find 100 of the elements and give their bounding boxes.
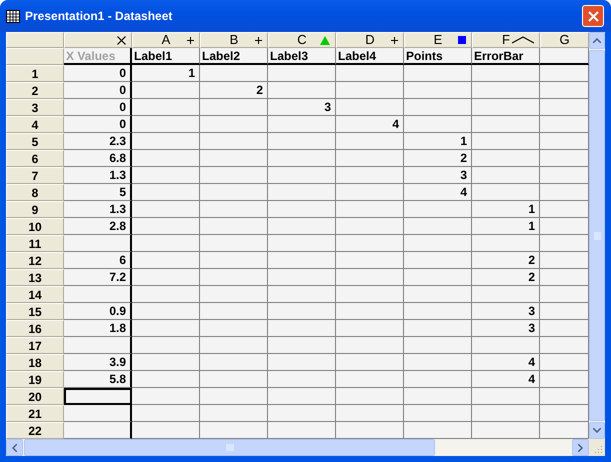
table-cell [268, 133, 336, 150]
row-header[interactable]: 7 [6, 167, 64, 184]
table-cell: 3 [472, 320, 540, 337]
row-header[interactable]: 15 [6, 303, 64, 320]
table-cell [132, 167, 200, 184]
column-header[interactable] [64, 32, 132, 48]
table-cell [132, 388, 200, 405]
close-button[interactable] [582, 5, 604, 27]
table-cell [472, 133, 540, 150]
row-header[interactable]: 13 [6, 269, 64, 286]
table-cell [472, 99, 540, 116]
table-cell: 2 [472, 252, 540, 269]
table-cell [268, 82, 336, 99]
column-header[interactable]: B [200, 32, 268, 48]
scroll-right-button[interactable] [572, 439, 589, 456]
chevron-right-icon [578, 444, 583, 452]
row-header[interactable]: 4 [6, 116, 64, 133]
row-header[interactable]: 20 [6, 388, 64, 405]
table-cell [200, 184, 268, 201]
row-header[interactable]: 14 [6, 286, 64, 303]
row-header[interactable]: 11 [6, 235, 64, 252]
row-header[interactable]: 5 [6, 133, 64, 150]
table-cell [336, 354, 404, 371]
scroll-down-button[interactable] [589, 422, 605, 439]
table-cell [268, 405, 336, 422]
column-header[interactable]: E [404, 32, 472, 48]
column-header[interactable]: G [540, 32, 589, 48]
table-cell: 7.2 [64, 269, 132, 286]
horizontal-scrollbar[interactable] [6, 439, 589, 456]
column-header[interactable]: F [472, 32, 540, 48]
table-cell [132, 235, 200, 252]
table-cell [472, 388, 540, 405]
curve-icon [512, 36, 534, 44]
column-header[interactable]: D [336, 32, 404, 48]
table-cell: 2 [404, 150, 472, 167]
table-cell [336, 405, 404, 422]
plus-icon [391, 36, 398, 44]
table-cell [200, 269, 268, 286]
row-header[interactable]: 3 [6, 99, 64, 116]
row-header[interactable]: 22 [6, 422, 64, 439]
table-cell: 3 [472, 303, 540, 320]
table-cell [404, 269, 472, 286]
table-cell: 2 [200, 82, 268, 99]
resize-grip-icon[interactable] [593, 444, 603, 454]
row-header[interactable]: 1 [6, 65, 64, 82]
table-cell [336, 269, 404, 286]
table-cell [200, 286, 268, 303]
table-cell [132, 269, 200, 286]
table-cell [132, 320, 200, 337]
table-cell [200, 116, 268, 133]
table-cell [404, 303, 472, 320]
table-cell [268, 371, 336, 388]
row-header[interactable]: 18 [6, 354, 64, 371]
table-cell [404, 252, 472, 269]
table-cell [336, 167, 404, 184]
table-cell: 0 [64, 65, 132, 82]
row-header[interactable]: 16 [6, 320, 64, 337]
table-cell [268, 388, 336, 405]
row-header[interactable]: 2 [6, 82, 64, 99]
table-cell [268, 269, 336, 286]
table-cell: 1 [472, 201, 540, 218]
row-header[interactable]: 6 [6, 150, 64, 167]
table-cell [200, 167, 268, 184]
chevron-up-icon [593, 38, 601, 43]
row-header[interactable]: 17 [6, 337, 64, 354]
table-cell [200, 150, 268, 167]
table-cell [472, 116, 540, 133]
table-cell: 2 [472, 269, 540, 286]
table-cell: 1 [472, 218, 540, 235]
row-header[interactable]: 9 [6, 201, 64, 218]
scroll-up-button[interactable] [589, 32, 605, 49]
table-cell [268, 337, 336, 354]
chevron-down-icon [593, 428, 601, 433]
column-header[interactable]: C [268, 32, 336, 48]
column-header[interactable]: A [132, 32, 200, 48]
table-cell: 2.3 [64, 133, 132, 150]
table-cell [336, 133, 404, 150]
table-cell [268, 201, 336, 218]
plus-icon [187, 36, 194, 44]
series-label: X Values [66, 48, 116, 64]
table-cell [404, 235, 472, 252]
table-cell: 1 [132, 65, 200, 82]
table-cell [336, 388, 404, 405]
table-cell [268, 150, 336, 167]
row-header[interactable]: 21 [6, 405, 64, 422]
table-cell [404, 388, 472, 405]
row-header[interactable]: 10 [6, 218, 64, 235]
series-label: Points [406, 48, 443, 64]
table-cell [200, 133, 268, 150]
row-header[interactable]: 19 [6, 371, 64, 388]
table-cell [132, 201, 200, 218]
scroll-left-button[interactable] [6, 439, 23, 456]
table-cell: 1.8 [64, 320, 132, 337]
table-cell [472, 150, 540, 167]
series-label: Label3 [270, 48, 308, 64]
row-header[interactable]: 12 [6, 252, 64, 269]
table-cell [336, 201, 404, 218]
row-header[interactable]: 8 [6, 184, 64, 201]
scroll-thumb[interactable] [24, 439, 435, 456]
table-cell [200, 388, 268, 405]
